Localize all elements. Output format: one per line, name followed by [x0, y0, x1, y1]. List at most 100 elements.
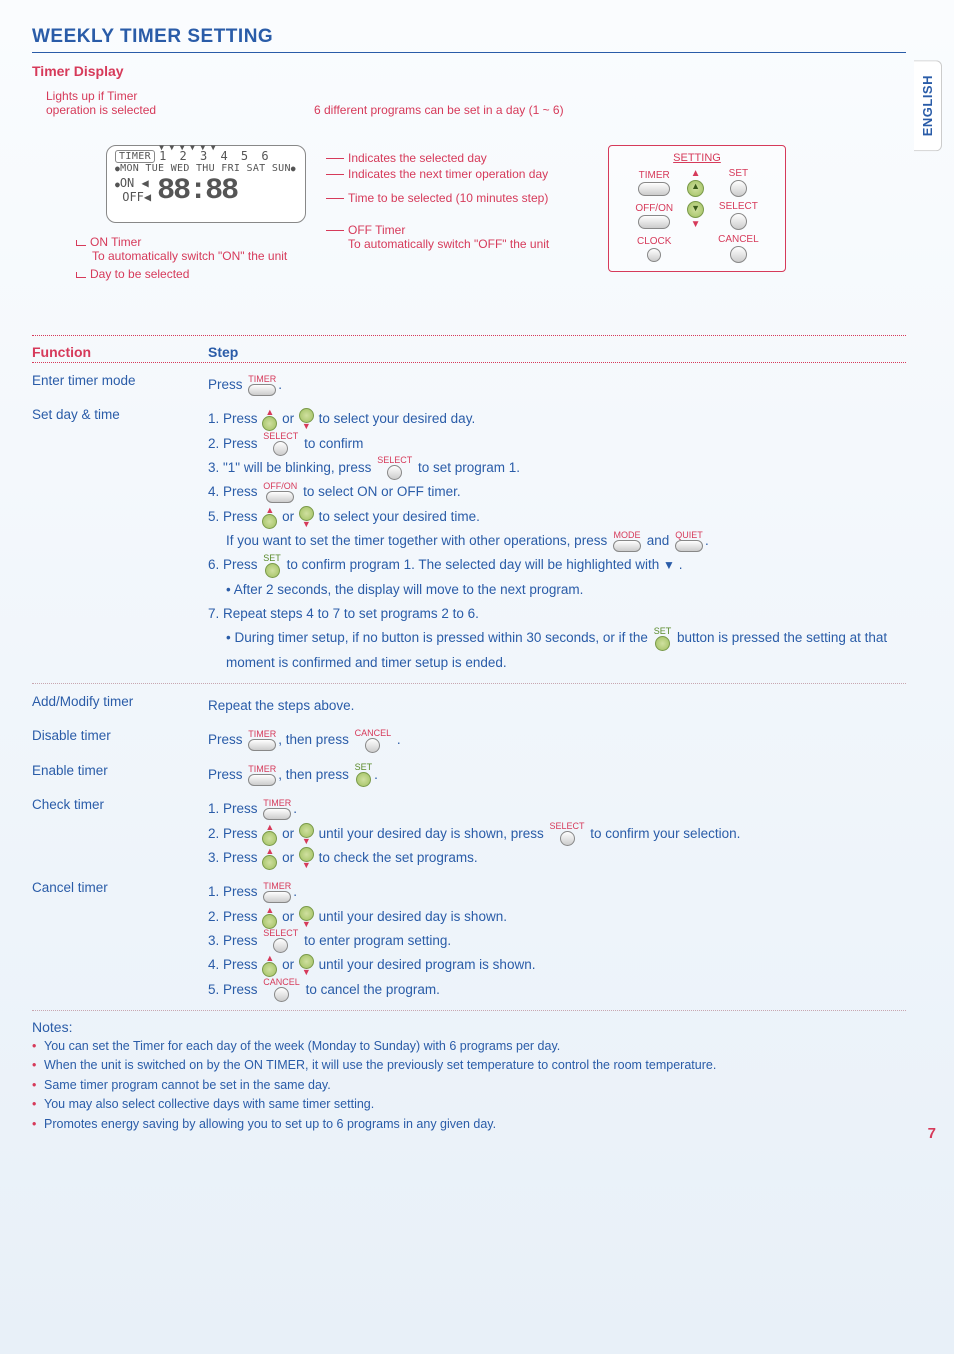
- text: or: [282, 909, 294, 924]
- text: 3. Press: [208, 850, 258, 865]
- icon-label-timer: TIMER: [248, 730, 276, 739]
- divider: [32, 362, 906, 363]
- remote-label-cancel: CANCEL: [718, 234, 759, 245]
- icon-label-select: SELECT: [550, 822, 585, 831]
- icon-label-set: SET: [355, 763, 373, 772]
- text: or: [282, 850, 294, 865]
- annotation-off-timer-desc: To automatically switch "OFF" the unit: [348, 237, 549, 251]
- remote-clock-button[interactable]: [647, 248, 661, 262]
- text: or: [282, 957, 294, 972]
- text: .: [293, 801, 297, 816]
- label-cancel: Cancel timer: [32, 880, 208, 1002]
- remote-timer-button[interactable]: [638, 182, 670, 196]
- remote-title: SETTING: [619, 152, 775, 164]
- remote-label-select: SELECT: [719, 201, 758, 212]
- row-cancel: Cancel timer 1. Press TIMER. 2. Press ▲ …: [32, 880, 906, 1002]
- set-button-icon: [655, 636, 670, 651]
- annotation-selected-day: Indicates the selected day: [326, 151, 487, 165]
- header-function: Function: [32, 344, 208, 360]
- divider: [32, 335, 906, 336]
- text: .: [397, 732, 401, 747]
- down-arrow-icon: [299, 954, 314, 969]
- icon-label-timer: TIMER: [248, 375, 276, 384]
- text: .: [374, 767, 378, 782]
- text: 5. Press: [208, 982, 258, 997]
- notes-heading: Notes:: [32, 1019, 906, 1035]
- text: 5. Press: [208, 509, 258, 524]
- text: .: [679, 557, 683, 572]
- text: until your desired day is shown.: [319, 909, 507, 924]
- text: , then press: [278, 767, 349, 782]
- language-tab: ENGLISH: [914, 60, 942, 151]
- notes-list: You can set the Timer for each day of th…: [32, 1037, 906, 1134]
- down-arrow-icon: [299, 823, 314, 838]
- note-item: When the unit is switched on by the ON T…: [32, 1056, 906, 1075]
- lcd-display: TIMER ▼▼▼▼▼▼ 1 2 3 4 5 6 ●MON TUE WED TH…: [106, 145, 306, 223]
- remote-setting-panel: SETTING TIMER ▲ SET OFF/ON ▼ SELECT CLOC…: [608, 145, 786, 272]
- remote-label-timer: TIMER: [639, 170, 670, 181]
- set-button-icon: [265, 563, 280, 578]
- text: to select your desired day.: [319, 411, 476, 426]
- icon-label-cancel: CANCEL: [263, 978, 300, 987]
- text: until your desired day is shown, press: [319, 826, 544, 841]
- timer-button-icon: [248, 384, 276, 396]
- annotation-time-step: Time to be selected (10 minutes step): [326, 191, 548, 205]
- remote-up-button[interactable]: [687, 180, 704, 197]
- note-item: You may also select collective days with…: [32, 1095, 906, 1114]
- timer-button-icon: [263, 891, 291, 903]
- remote-cancel-button[interactable]: [730, 246, 747, 263]
- cancel-button-icon: [365, 738, 380, 753]
- timer-button-icon: [248, 739, 276, 751]
- text: 7. Repeat steps 4 to 7 to set programs 2…: [208, 602, 906, 626]
- lcd-time-digits: 88:88: [157, 174, 237, 208]
- row-set-day-time: Set day & time 1. Press ▲ or ▼ to select…: [32, 407, 906, 675]
- text: to select ON or OFF timer.: [303, 484, 461, 499]
- select-button-icon: [273, 938, 288, 953]
- row-disable: Disable timer Press TIMER, then press CA…: [32, 728, 906, 752]
- step-add-modify: Repeat the steps above.: [208, 694, 906, 718]
- note-item: Same timer program cannot be set in the …: [32, 1076, 906, 1095]
- page-number: 7: [928, 1125, 936, 1142]
- down-arrow-icon: [299, 506, 314, 521]
- icon-label-offon: OFF/ON: [263, 482, 297, 491]
- down-arrow-icon: [299, 408, 314, 423]
- text: 6. Press: [208, 557, 258, 572]
- text: Press: [208, 377, 243, 392]
- text: .: [278, 377, 282, 392]
- icon-label-mode: MODE: [613, 531, 640, 540]
- icon-label-set: SET: [263, 554, 281, 563]
- text: • After 2 seconds, the display will move…: [226, 578, 906, 602]
- text: and: [647, 533, 670, 548]
- select-button-icon: [560, 831, 575, 846]
- offon-button-icon: [266, 491, 294, 503]
- label-add-modify: Add/Modify timer: [32, 694, 208, 718]
- remote-select-button[interactable]: [730, 213, 747, 230]
- section-heading: WEEKLY TIMER SETTING: [32, 26, 906, 53]
- text: 2. Press: [208, 826, 258, 841]
- label-disable: Disable timer: [32, 728, 208, 752]
- text: 1. Press: [208, 884, 258, 899]
- text: .: [293, 884, 297, 899]
- remote-label-set: SET: [729, 168, 748, 179]
- remote-offon-button[interactable]: [638, 215, 670, 229]
- text: Press: [208, 767, 243, 782]
- text: to set program 1.: [418, 460, 520, 475]
- text: 3. "1" will be blinking, press: [208, 460, 371, 475]
- up-arrow-icon: [262, 831, 277, 846]
- icon-label-cancel: CANCEL: [355, 729, 392, 738]
- text: to confirm: [304, 436, 363, 451]
- remote-down-button[interactable]: [687, 201, 704, 218]
- text: 1. Press: [208, 411, 258, 426]
- table-header: Function Step: [32, 344, 906, 360]
- mode-button-icon: [613, 540, 641, 552]
- text: until your desired program is shown.: [319, 957, 536, 972]
- annotation-on-timer: ON Timer: [76, 235, 141, 249]
- set-button-icon: [356, 772, 371, 787]
- select-button-icon: [273, 441, 288, 456]
- label-enable: Enable timer: [32, 763, 208, 787]
- text: If you want to set the timer together wi…: [226, 533, 607, 548]
- remote-set-button[interactable]: [730, 180, 747, 197]
- text: to select your desired time.: [319, 509, 480, 524]
- text: to confirm your selection.: [590, 826, 740, 841]
- up-arrow-icon: [262, 855, 277, 870]
